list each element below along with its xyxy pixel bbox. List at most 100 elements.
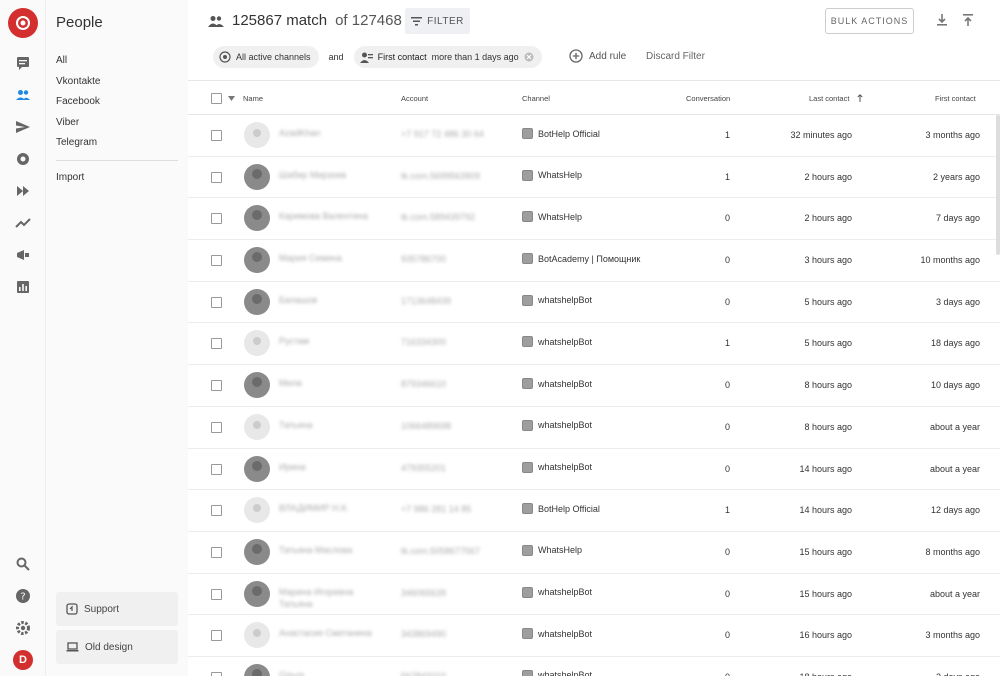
row-checkbox[interactable] [211, 546, 222, 558]
row-checkbox[interactable] [211, 588, 222, 600]
person-name[interactable]: Мария Семина [279, 252, 374, 264]
column-name[interactable]: Name [243, 94, 263, 103]
discard-filter-button[interactable]: Discard Filter [646, 51, 705, 62]
person-name[interactable]: Анастасия Сметанина [279, 627, 374, 639]
row-checkbox[interactable] [211, 213, 222, 225]
table-row[interactable]: ВЛАДИМИР Н.К. +7 986 281 14 85 BotHelp O… [188, 490, 1000, 532]
account-id: 567843210 [401, 670, 447, 676]
person-name[interactable]: Татьяна Маслова [279, 544, 374, 556]
person-name[interactable]: Мила [279, 377, 374, 389]
chains-icon[interactable] [14, 182, 32, 200]
nav-item-facebook[interactable]: Facebook [56, 95, 178, 116]
support-label: Support [84, 603, 120, 615]
people-icon [208, 15, 224, 27]
row-checkbox[interactable] [211, 463, 222, 475]
help-icon[interactable]: ? [14, 587, 32, 605]
table-row[interactable]: Ольга 567843210 whatshelpBot 0 18 hours … [188, 657, 1000, 676]
row-checkbox[interactable] [211, 505, 222, 517]
table-row[interactable]: Анастасия Сметанина 343869490 whatshelpB… [188, 615, 1000, 657]
settings-icon[interactable] [14, 619, 32, 637]
analytics-icon[interactable] [14, 278, 32, 296]
row-checkbox[interactable] [211, 338, 222, 350]
row-checkbox[interactable] [211, 630, 222, 642]
column-first-contact[interactable]: First contact [935, 94, 976, 103]
last-contact: 16 hours ago [799, 630, 852, 641]
nav-item-vkontakte[interactable]: Vkontakte [56, 75, 178, 96]
nav-item-viber[interactable]: Viber [56, 116, 178, 137]
row-checkbox[interactable] [211, 130, 222, 141]
avatar [244, 538, 270, 565]
app-logo[interactable] [8, 8, 38, 38]
person-name[interactable]: Марина Игоревна Татьяна [279, 586, 374, 610]
support-button[interactable]: Support [56, 592, 178, 626]
conversation-count: 0 [725, 630, 731, 641]
table-row[interactable]: Шабир Мирзоев tk.com.5699563909 WhatsHel… [188, 157, 1000, 199]
table-row[interactable]: Ирина 479355201 whatshelpBot 0 14 hours … [188, 449, 1000, 491]
send-icon[interactable] [14, 118, 32, 136]
channel-filter-chip[interactable]: All active channels [213, 46, 319, 68]
first-contact: 10 months ago [920, 255, 980, 266]
person-name[interactable]: ВЛАДИМИР Н.К. [279, 502, 374, 514]
conversation-count: 1 [725, 171, 731, 182]
table-row[interactable]: Балашов 1713648439 whatshelpBot 0 5 hour… [188, 282, 1000, 324]
person-name[interactable]: Ольга [279, 669, 374, 676]
add-rule-button[interactable]: Add rule [569, 49, 626, 63]
bot-icon[interactable] [14, 150, 32, 168]
person-name[interactable]: Шабир Мирзоев [279, 169, 374, 181]
table-row[interactable]: Мария Семина 935786700 BotAcademy | Помо… [188, 240, 1000, 282]
person-name[interactable]: Ирина [279, 461, 374, 473]
person-name[interactable]: Каримова Валентина [279, 210, 374, 222]
old-design-button[interactable]: Old design [56, 630, 178, 664]
table-row[interactable]: Марина Игоревна Татьяна 346065639 whatsh… [188, 574, 1000, 616]
filter-button[interactable]: FILTER [405, 8, 470, 34]
first-contact: 3 days ago [935, 296, 980, 307]
conversation-count: 1 [725, 338, 731, 349]
collapse-icon[interactable] [961, 13, 975, 27]
user-avatar[interactable]: D [13, 650, 33, 670]
remove-chip-icon[interactable] [524, 52, 534, 62]
table-row[interactable]: AzadKhan +7 917 72 486 30 64 BotHelp Off… [188, 115, 1000, 157]
table-scrollbar[interactable] [996, 115, 1000, 255]
conversation-count: 0 [725, 588, 731, 599]
table-row[interactable]: Мила 879346610 whatshelpBot 0 8 hours ag… [188, 365, 1000, 407]
trend-icon[interactable] [14, 214, 32, 232]
bulk-actions-button[interactable]: BULK ACTIONS [825, 8, 914, 34]
first-contact: about a year [929, 421, 980, 432]
row-checkbox[interactable] [211, 380, 222, 392]
conversation-count: 0 [725, 421, 731, 432]
select-dropdown-icon[interactable] [228, 96, 235, 101]
import-link[interactable]: Import [56, 172, 84, 183]
table-row[interactable]: Рустам 716334300 whatshelpBot 1 5 hours … [188, 323, 1000, 366]
row-checkbox[interactable] [211, 421, 222, 433]
column-channel[interactable]: Channel [522, 94, 550, 103]
person-name[interactable]: Рустам [279, 335, 374, 347]
messages-icon[interactable] [14, 54, 32, 72]
total-count: of 127468 [335, 12, 402, 29]
row-checkbox[interactable] [211, 296, 222, 308]
account-id: 343869490 [401, 629, 447, 640]
column-conversation[interactable]: Conversation [686, 94, 730, 103]
column-last-contact[interactable]: Last contact [809, 94, 849, 103]
avatar [244, 205, 270, 232]
sort-asc-icon[interactable] [857, 94, 863, 102]
table-row[interactable]: Татьяна Маслова tk.com.5058677567 WhatsH… [188, 532, 1000, 574]
table-row[interactable]: Татьяна 1066489698 whatshelpBot 0 8 hour… [188, 407, 1000, 449]
download-icon[interactable] [935, 13, 949, 27]
people-icon[interactable] [14, 86, 32, 104]
person-name[interactable]: Татьяна [279, 419, 374, 431]
campaign-icon[interactable] [14, 246, 32, 264]
search-icon[interactable] [14, 555, 32, 573]
column-account[interactable]: Account [401, 94, 428, 103]
person-name[interactable]: Балашов [279, 294, 374, 306]
row-checkbox[interactable] [211, 671, 222, 676]
person-name[interactable]: AzadKhan [279, 127, 374, 139]
row-checkbox[interactable] [211, 171, 222, 183]
select-all-checkbox[interactable] [211, 93, 222, 104]
nav-item-all[interactable]: All [56, 54, 178, 75]
row-checkbox[interactable] [211, 255, 222, 267]
channel-name: whatshelpBot [538, 378, 593, 389]
table-row[interactable]: Каримова Валентина tk.com.589439792 What… [188, 198, 1000, 241]
avatar [244, 497, 270, 524]
nav-item-telegram[interactable]: Telegram [56, 136, 178, 157]
first-contact-chip[interactable]: First contact more than 1 days ago [353, 46, 542, 68]
